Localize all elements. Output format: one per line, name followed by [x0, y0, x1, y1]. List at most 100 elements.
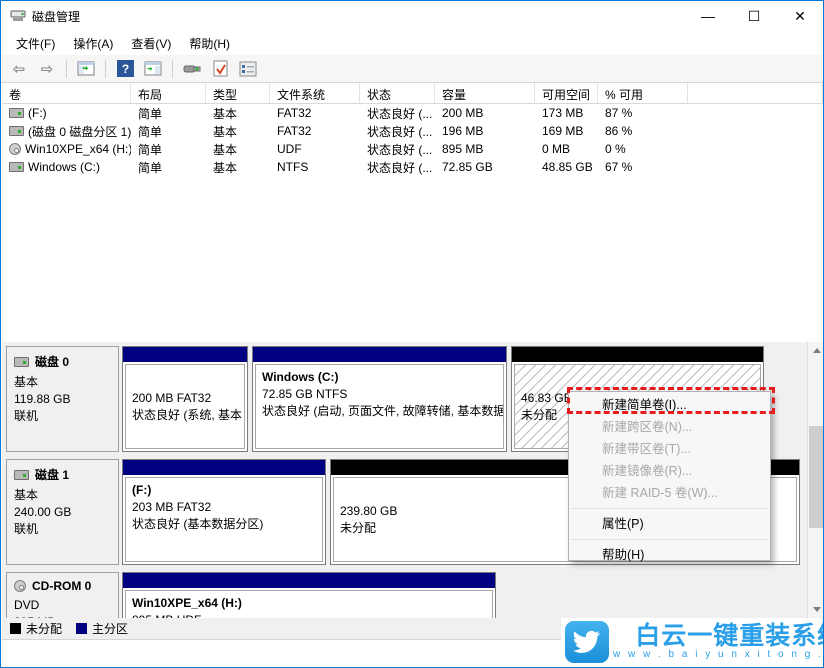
- cell-fs: FAT32: [270, 124, 360, 138]
- disk-tool-icon[interactable]: [180, 58, 204, 80]
- drive-icon: [14, 470, 29, 480]
- partition-size: 200 MB FAT32: [132, 390, 238, 407]
- watermark-url: w w w . b a i y u n x i t o n g . c o m: [613, 649, 824, 661]
- menu-file[interactable]: 文件(F): [7, 32, 64, 55]
- menu-view[interactable]: 查看(V): [122, 32, 180, 55]
- cell-capacity: 895 MB: [435, 142, 535, 156]
- menu-item-help[interactable]: 帮助(H): [569, 544, 770, 566]
- disk-type: DVD: [14, 597, 112, 614]
- disk1-partition-f[interactable]: (F:) 203 MB FAT32 状态良好 (基本数据分区): [122, 459, 326, 565]
- scroll-down-icon[interactable]: [808, 601, 824, 618]
- primary-partition-bar: [123, 347, 247, 362]
- console-tree-icon[interactable]: [74, 58, 98, 80]
- action-pane-icon[interactable]: [141, 58, 165, 80]
- table-row[interactable]: (F:) 简单 基本 FAT32 状态良好 (... 200 MB 173 MB…: [2, 104, 823, 122]
- scroll-up-icon[interactable]: [808, 342, 824, 359]
- volume-list-header: 卷 布局 类型 文件系统 状态 容量 可用空间 % 可用: [2, 83, 823, 104]
- disc-icon: [14, 580, 26, 592]
- column-header-pctfree[interactable]: % 可用: [598, 83, 688, 104]
- cell-fs: UDF: [270, 142, 360, 156]
- cell-fs: NTFS: [270, 160, 360, 174]
- app-icon: [10, 8, 26, 24]
- svg-text:?: ?: [121, 62, 128, 76]
- disk-type: 基本: [14, 374, 112, 391]
- disk1-label-panel[interactable]: 磁盘 1 基本 240.00 GB 联机: [6, 459, 119, 565]
- toolbar-separator: [172, 60, 173, 78]
- annotation-highlight-box: [567, 387, 775, 414]
- menu-action[interactable]: 操作(A): [64, 32, 122, 55]
- disk0-label-panel[interactable]: 磁盘 0 基本 119.88 GB 联机: [6, 346, 119, 452]
- disk-size: 240.00 GB: [14, 504, 112, 521]
- column-header-volume[interactable]: 卷: [2, 83, 131, 104]
- disk-name: CD-ROM 0: [32, 579, 91, 593]
- partition-name: (F:): [132, 482, 316, 499]
- cell-type: 基本: [206, 105, 270, 122]
- disc-icon: [9, 143, 21, 155]
- partition-status: 状态良好 (基本数据分区): [132, 516, 316, 533]
- legend-label: 主分区: [92, 620, 128, 637]
- column-header-type[interactable]: 类型: [206, 83, 270, 104]
- disk-status: 联机: [14, 521, 112, 538]
- toolbar-separator: [66, 60, 67, 78]
- disk-name: 磁盘 0: [35, 353, 69, 370]
- volume-name: Win10XPE_x64 (H:): [25, 142, 131, 156]
- forward-icon[interactable]: ⇨: [35, 58, 59, 80]
- drive-icon: [9, 126, 24, 136]
- help-icon[interactable]: ?: [113, 58, 137, 80]
- close-button[interactable]: ✕: [777, 1, 823, 31]
- cell-status: 状态良好 (...: [360, 159, 435, 176]
- cell-pct: 87 %: [598, 106, 688, 120]
- column-header-filler: [688, 83, 823, 104]
- toolbar-separator: [105, 60, 106, 78]
- cell-type: 基本: [206, 123, 270, 140]
- drive-icon: [9, 108, 24, 118]
- minimize-button[interactable]: —: [685, 1, 731, 31]
- cell-layout: 简单: [131, 141, 206, 158]
- legend-primary: 主分区: [76, 620, 128, 637]
- table-row[interactable]: (磁盘 0 磁盘分区 1) 简单 基本 FAT32 状态良好 (... 196 …: [2, 122, 823, 140]
- properties-list-icon[interactable]: [236, 58, 260, 80]
- disk0-partition-system[interactable]: 200 MB FAT32 状态良好 (系统, 基本: [122, 346, 248, 452]
- cell-pct: 0 %: [598, 142, 688, 156]
- menu-item-new-raid5-volume: 新建 RAID-5 卷(W)...: [569, 482, 770, 504]
- watermark: 白云一键重装系统 w w w . b a i y u n x i t o n g…: [561, 618, 823, 666]
- column-header-layout[interactable]: 布局: [131, 83, 206, 104]
- disk0-partition-windows-c[interactable]: Windows (C:) 72.85 GB NTFS 状态良好 (启动, 页面文…: [252, 346, 507, 452]
- scrollbar-thumb[interactable]: [809, 426, 824, 528]
- menu-item-properties[interactable]: 属性(P): [569, 513, 770, 535]
- cell-layout: 简单: [131, 105, 206, 122]
- title-bar: 磁盘管理 — ☐ ✕: [1, 1, 823, 31]
- cell-free: 48.85 GB: [535, 160, 598, 174]
- cell-pct: 86 %: [598, 124, 688, 138]
- cell-capacity: 200 MB: [435, 106, 535, 120]
- disk-name: 磁盘 1: [35, 466, 69, 483]
- primary-partition-bar: [253, 347, 506, 362]
- column-header-filesystem[interactable]: 文件系统: [270, 83, 360, 104]
- check-document-icon[interactable]: [208, 58, 232, 80]
- disk-management-window: 磁盘管理 — ☐ ✕ 文件(F) 操作(A) 查看(V) 帮助(H) ⇦ ⇨ ?: [0, 0, 824, 668]
- partition-status: 状态良好 (启动, 页面文件, 故障转储, 基本数据:: [262, 403, 497, 420]
- primary-partition-bar: [123, 460, 325, 475]
- menu-item-new-striped-volume: 新建带区卷(T)...: [569, 438, 770, 460]
- cell-layout: 简单: [131, 123, 206, 140]
- drive-icon: [14, 357, 29, 367]
- column-header-capacity[interactable]: 容量: [435, 83, 535, 104]
- column-header-status[interactable]: 状态: [360, 83, 435, 104]
- menu-help[interactable]: 帮助(H): [180, 32, 239, 55]
- vertical-scrollbar[interactable]: [807, 342, 824, 618]
- back-icon[interactable]: ⇦: [7, 58, 31, 80]
- menu-separator: [571, 508, 768, 509]
- cell-type: 基本: [206, 159, 270, 176]
- column-header-free[interactable]: 可用空间: [535, 83, 598, 104]
- window-title: 磁盘管理: [32, 8, 80, 25]
- cdrom-media-region[interactable]: Win10XPE_x64 (H:) 895 MB UDF: [122, 572, 496, 618]
- watermark-title: 白云一键重装系统: [635, 623, 824, 649]
- table-row[interactable]: Windows (C:) 简单 基本 NTFS 状态良好 (... 72.85 …: [2, 158, 823, 176]
- menu-item-new-spanned-volume: 新建跨区卷(N)...: [569, 416, 770, 438]
- cell-type: 基本: [206, 141, 270, 158]
- table-row[interactable]: Win10XPE_x64 (H:) 简单 基本 UDF 状态良好 (... 89…: [2, 140, 823, 158]
- volume-list-pane: 卷 布局 类型 文件系统 状态 容量 可用空间 % 可用 (F:) 简单 基本 …: [2, 83, 823, 341]
- maximize-button[interactable]: ☐: [731, 1, 777, 31]
- cdrom-label-panel[interactable]: CD-ROM 0 DVD 895 MB: [6, 572, 119, 618]
- cell-status: 状态良好 (...: [360, 123, 435, 140]
